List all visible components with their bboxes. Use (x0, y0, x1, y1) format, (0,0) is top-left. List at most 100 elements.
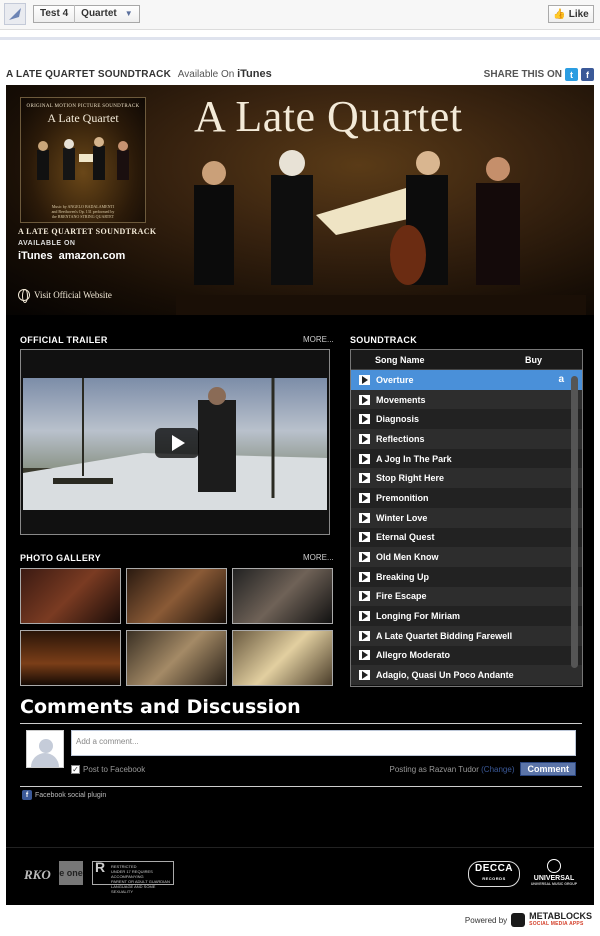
trailer-heading: OFFICIAL TRAILER (20, 335, 108, 345)
visit-website-link[interactable]: Visit Official Website (18, 289, 112, 303)
play-icon[interactable] (359, 374, 370, 385)
gallery-photo[interactable] (126, 568, 227, 624)
play-icon[interactable] (359, 433, 370, 444)
play-icon[interactable] (359, 670, 370, 681)
gallery-photo[interactable] (20, 568, 121, 624)
track-row[interactable]: Diagnosis (351, 409, 582, 430)
plugin-label[interactable]: Facebook social plugin (35, 792, 106, 799)
powered-by-label: Powered by (464, 915, 508, 925)
track-title: Reflections (376, 433, 425, 444)
play-icon[interactable] (359, 611, 370, 622)
hero-title: A Late Quartet (194, 92, 463, 141)
soundtrack-table-header: Song Name Buy (351, 350, 582, 370)
hero-banner: A Late Quartet ORIGINAL MOTION PICTURE S… (6, 85, 594, 315)
track-row[interactable]: Breaking Up (351, 566, 582, 587)
track-row[interactable]: Fire Escape (351, 586, 582, 607)
track-row[interactable]: Adagio, Quasi Un Poco Andante (351, 665, 582, 685)
post-to-facebook-checkbox[interactable]: ✓ (71, 764, 80, 774)
gallery-more-link[interactable]: MORE... (303, 553, 334, 562)
track-row[interactable]: A Late Quartet Bidding Farewell (351, 625, 582, 646)
track-title: A Jog In The Park (376, 453, 452, 464)
play-icon[interactable] (359, 414, 370, 425)
divider (0, 37, 600, 40)
album-credits: Music by ANGELO BADALAMENTI and Beethove… (51, 204, 115, 219)
album-musicians-image (37, 137, 129, 180)
track-row[interactable]: Reflections (351, 429, 582, 449)
track-row[interactable]: A Jog In The Park (351, 448, 582, 469)
twitter-icon[interactable]: t (565, 68, 578, 81)
rating-text: RESTRICTED UNDER 17 REQUIRES ACCOMPANYIN… (111, 864, 170, 894)
decca-label: DECCA (474, 863, 514, 874)
play-button[interactable] (155, 428, 199, 458)
soundtrack-label: A LATE QUARTET SOUNDTRACK (18, 227, 157, 236)
posting-as-text: Posting as Razvan Tudor (389, 764, 479, 774)
track-row[interactable]: Old Men Know (351, 547, 582, 567)
eone-logo: e one (59, 861, 83, 885)
play-icon[interactable] (359, 492, 370, 503)
facebook-plugin-label: f Facebook social plugin (22, 790, 106, 800)
track-row[interactable]: Stop Right Here (351, 468, 582, 489)
track-row[interactable]: Allegro Moderato (351, 645, 582, 666)
track-title: Adagio, Quasi Un Poco Andante (376, 670, 514, 681)
buy-column-header: Buy (524, 354, 542, 365)
chevron-down-icon: ▼ (124, 9, 133, 18)
universal-sub-label: UNIVERSAL MUSIC GROUP (530, 882, 578, 886)
gallery-heading: PHOTO GALLERY (20, 553, 101, 563)
facebook-icon: f (22, 790, 32, 800)
track-row[interactable]: Eternal Quest (351, 527, 582, 548)
comment-button[interactable]: Comment (520, 762, 576, 776)
metablocks-logo: METABLOCKS SOCIAL MEDIA APPS (529, 912, 592, 928)
play-icon[interactable] (359, 512, 370, 523)
track-title: Overture (376, 374, 414, 385)
universal-label: UNIVERSAL (533, 875, 575, 882)
comment-input[interactable]: Add a comment... (71, 730, 576, 756)
soundtrack-list: Song Name Buy Overture a Movements Diagno… (350, 349, 583, 687)
comment-footer: ✓ Post to Facebook Posting as Razvan Tud… (71, 762, 576, 776)
play-icon[interactable] (359, 473, 370, 484)
footer-logos: RKO e one R RESTRICTED UNDER 17 REQUIRES… (6, 855, 594, 895)
facebook-home-icon[interactable] (4, 3, 26, 25)
gallery-photo[interactable] (232, 568, 333, 624)
track-row[interactable]: Movements (351, 389, 582, 410)
like-button[interactable]: 👍 Like (548, 5, 594, 23)
share-bar: SHARE THIS ON t f (484, 68, 594, 81)
play-icon[interactable] (359, 394, 370, 405)
change-user-link[interactable]: (Change) (481, 765, 514, 774)
song-name-column-header: Song Name (375, 354, 425, 365)
play-icon[interactable] (359, 571, 370, 582)
comment-box: Add a comment... ✓ Post to Facebook Post… (20, 723, 582, 787)
track-row[interactable]: Winter Love (351, 507, 582, 528)
store-links: iTunes amazon.com (18, 250, 125, 262)
play-icon[interactable] (359, 453, 370, 464)
trailer-video-player[interactable] (20, 349, 330, 535)
gallery-photo[interactable] (232, 630, 333, 686)
amazon-icon[interactable]: a (558, 374, 564, 385)
trailer-more-link[interactable]: MORE... (303, 335, 334, 344)
play-icon[interactable] (359, 650, 370, 661)
decca-logo: DECCA RECORDS (468, 861, 520, 887)
amazon-link[interactable]: amazon.com (59, 250, 126, 262)
itunes-link[interactable]: iTunes (18, 250, 53, 262)
track-row[interactable]: Overture a (351, 370, 582, 390)
facebook-icon[interactable]: f (581, 68, 594, 81)
available-on-label: Available On (177, 69, 235, 80)
itunes-label: iTunes (18, 250, 53, 262)
album-cover: ORIGINAL MOTION PICTURE SOUNDTRACK A Lat… (20, 97, 146, 223)
gallery-photo[interactable] (20, 630, 121, 686)
tab-selector[interactable]: Test 4 Quartet ▼ (33, 5, 140, 23)
track-row[interactable]: Premonition (351, 488, 582, 508)
scrollbar[interactable] (571, 376, 578, 668)
powered-by[interactable]: Powered by METABLOCKS SOCIAL MEDIA APPS (465, 912, 592, 928)
play-icon[interactable] (359, 532, 370, 543)
rko-logo: RKO (24, 867, 51, 882)
trailer-video-frame (23, 378, 327, 510)
track-row[interactable]: Longing For Miriam (351, 606, 582, 626)
itunes-label[interactable]: iTunes (237, 68, 272, 80)
soundtrack-heading: SOUNDTRACK (350, 335, 417, 345)
gallery-photo[interactable] (126, 630, 227, 686)
metablocks-icon (511, 913, 526, 927)
play-icon[interactable] (359, 630, 370, 641)
album-subtitle: ORIGINAL MOTION PICTURE SOUNDTRACK (26, 104, 140, 109)
play-icon[interactable] (359, 591, 370, 602)
play-icon[interactable] (359, 552, 370, 563)
